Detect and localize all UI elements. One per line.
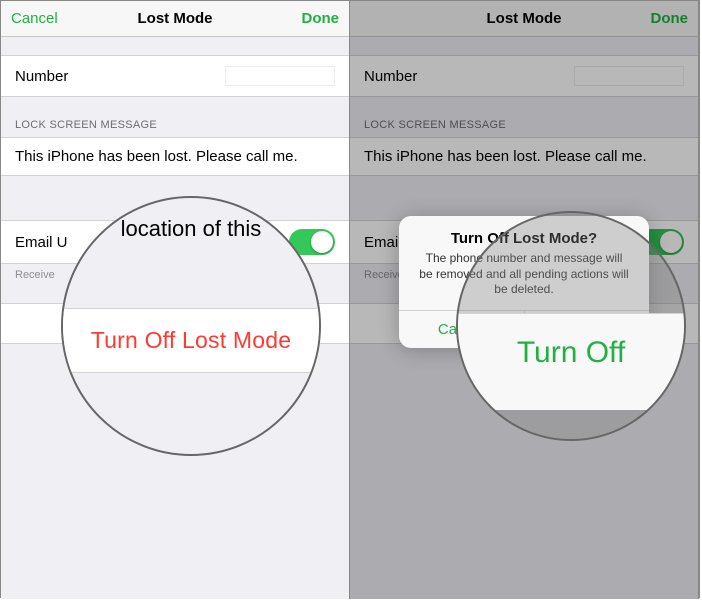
magnifier-lens-right: Turn Off: [456, 211, 686, 441]
page-title: Lost Mode: [350, 10, 698, 27]
lock-message-row[interactable]: This iPhone has been lost. Please call m…: [1, 137, 349, 176]
navbar: Cancel Lost Mode Done: [350, 1, 698, 37]
number-row[interactable]: Number: [1, 55, 349, 97]
magnified-turn-off-lost-mode[interactable]: Turn Off Lost Mode: [63, 308, 319, 373]
lock-message-row[interactable]: This iPhone has been lost. Please call m…: [350, 137, 698, 176]
cancel-button[interactable]: Cancel: [11, 10, 58, 27]
number-value: [225, 66, 335, 86]
number-value: [574, 66, 684, 86]
email-updates-label: Email U: [15, 234, 68, 251]
magnified-turn-off-button[interactable]: Turn Off: [458, 313, 684, 410]
magnifier-lens-left: location of this Turn Off Lost Mode: [61, 196, 321, 456]
dual-screenshot-container: Cancel Lost Mode Done Number LOCK SCREEN…: [0, 0, 700, 598]
number-label: Number: [364, 68, 417, 85]
lock-screen-header: LOCK SCREEN MESSAGE: [1, 97, 349, 137]
done-button[interactable]: Done: [651, 10, 689, 27]
lock-screen-header: LOCK SCREEN MESSAGE: [350, 97, 698, 137]
number-label: Number: [15, 68, 68, 85]
done-button[interactable]: Done: [302, 10, 340, 27]
magnified-peek-text: location of this: [63, 216, 319, 242]
navbar: Cancel Lost Mode Done: [1, 1, 349, 37]
number-row[interactable]: Number: [350, 55, 698, 97]
